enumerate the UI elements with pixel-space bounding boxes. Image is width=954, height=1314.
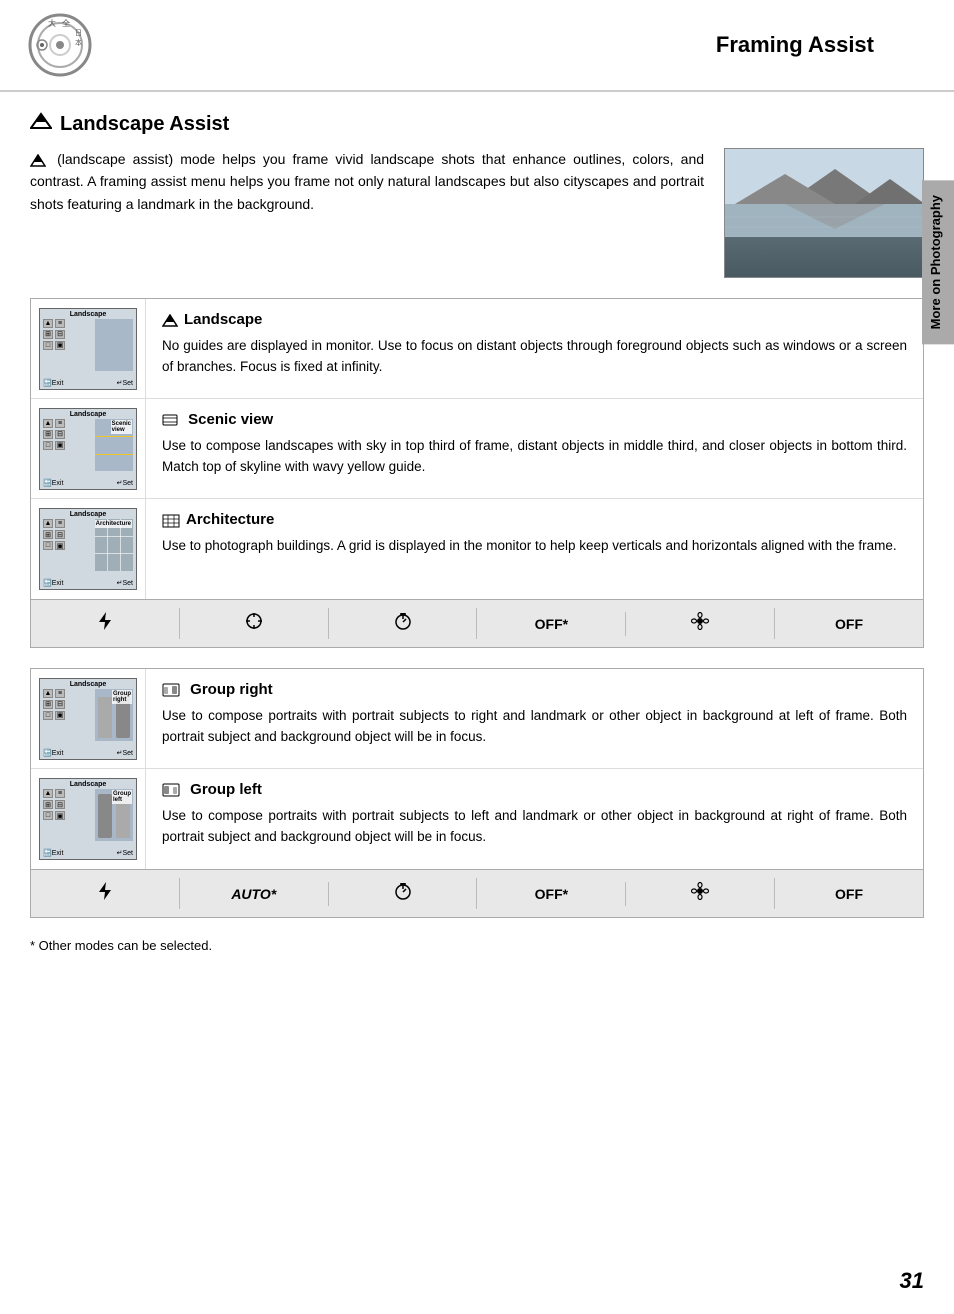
landscape-mode-row: Landscape ▲ ≡ ⊞ ⊟ □ ▣: [31, 299, 923, 399]
scenic-mode-text: Use to compose landscapes with sky in to…: [162, 436, 907, 478]
landscape-icon: [30, 112, 52, 136]
status-macro-2: [626, 878, 775, 909]
bottom-section-box: Landscape ▲ ≡ ⊞ ⊟ □ ▣: [30, 668, 924, 918]
group-left-row: Landscape ▲ ≡ ⊞ ⊟ □ ▣: [31, 769, 923, 869]
group-right-icon: [162, 681, 180, 697]
status-flash: [31, 608, 180, 639]
status-off-star-2: OFF*: [477, 882, 626, 906]
status-focus: [180, 608, 329, 639]
cam-label-group-left: Landscape: [70, 781, 107, 788]
page-header: 大 全 日 本 Framing Assist: [0, 0, 954, 92]
status-off-2: OFF: [775, 882, 923, 906]
svg-text:全: 全: [62, 18, 70, 28]
architecture-mode-desc: Architecture Use to photograph buildings…: [146, 499, 923, 599]
page-number: 31: [900, 1268, 924, 1294]
status-timer-2: [329, 878, 478, 909]
group-left-mode-title: Group left: [162, 781, 907, 798]
svg-text:日: 日: [75, 29, 82, 37]
group-left-cam-thumb: Landscape ▲ ≡ ⊞ ⊟ □ ▣: [31, 769, 146, 869]
status-off-star-1: OFF*: [477, 612, 626, 636]
page-title: Framing Assist: [716, 32, 934, 58]
section-title: Landscape Assist: [30, 112, 924, 136]
status-macro: [626, 608, 775, 639]
group-right-cam-thumb: Landscape ▲ ≡ ⊞ ⊟ □ ▣: [31, 669, 146, 768]
group-right-mode-title: Group right: [162, 681, 907, 698]
intro-text: (landscape assist) mode helps you frame …: [30, 148, 704, 215]
group-right-cam-screen: Landscape ▲ ≡ ⊞ ⊟ □ ▣: [39, 678, 137, 760]
group-right-mode-desc: Group right Use to compose portraits wit…: [146, 669, 923, 768]
landscape-cam-screen: Landscape ▲ ≡ ⊞ ⊟ □ ▣: [39, 308, 137, 390]
scenic-mode-desc: Scenic view Use to compose landscapes wi…: [146, 399, 923, 498]
status-auto-star: AUTO*: [180, 882, 329, 906]
landscape-mode-title: Landscape: [162, 311, 907, 328]
group-left-mode-desc: Group left Use to compose portraits with…: [146, 769, 923, 869]
architecture-mode-text: Use to photograph buildings. A grid is d…: [162, 536, 907, 557]
status-timer: [329, 608, 478, 639]
scenic-cam-screen: Landscape ▲ ≡ ⊞ ⊟ □ ▣: [39, 408, 137, 490]
top-status-bar: OFF* OFF: [31, 599, 923, 647]
landscape-mode-text: No guides are displayed in monitor. Use …: [162, 336, 907, 378]
cam-label-architecture: Landscape: [70, 511, 107, 518]
side-tab: More on Photography: [922, 180, 954, 344]
scenic-mode-row: Landscape ▲ ≡ ⊞ ⊟ □ ▣: [31, 399, 923, 499]
cam-label-group-right: Landscape: [70, 681, 107, 688]
intro-block: (landscape assist) mode helps you frame …: [30, 148, 924, 278]
section-title-text: Landscape Assist: [60, 113, 229, 136]
svg-text:大: 大: [48, 18, 56, 28]
logo: 大 全 日 本: [20, 10, 100, 80]
scenic-mode-title: Scenic view: [162, 411, 907, 428]
svg-text:本: 本: [75, 38, 82, 47]
landscape-cam-thumb: Landscape ▲ ≡ ⊞ ⊟ □ ▣: [31, 299, 146, 398]
group-left-cam-screen: Landscape ▲ ≡ ⊞ ⊟ □ ▣: [39, 778, 137, 860]
landscape-photo: [724, 148, 924, 278]
group-right-row: Landscape ▲ ≡ ⊞ ⊟ □ ▣: [31, 669, 923, 769]
group-left-mode-text: Use to compose portraits with portrait s…: [162, 806, 907, 848]
architecture-mode-icon: [162, 511, 180, 527]
main-content: Landscape Assist (landscape assist) mode…: [0, 92, 954, 973]
status-flash-2: [31, 878, 180, 909]
cam-label-scenic: Landscape: [70, 411, 107, 418]
group-left-icon: [162, 781, 180, 797]
cam-label-landscape: Landscape: [70, 311, 107, 318]
landscape-mode-desc: Landscape No guides are displayed in mon…: [146, 299, 923, 398]
footer-note: * Other modes can be selected.: [30, 938, 924, 953]
architecture-cam-thumb: Landscape ▲ ≡ ⊞ ⊟ □ ▣: [31, 499, 146, 599]
architecture-cam-screen: Landscape ▲ ≡ ⊞ ⊟ □ ▣: [39, 508, 137, 590]
scenic-cam-thumb: Landscape ▲ ≡ ⊞ ⊟ □ ▣: [31, 399, 146, 498]
status-off-1: OFF: [775, 612, 923, 636]
landscape-inline-icon: [30, 151, 57, 167]
architecture-mode-row: Landscape ▲ ≡ ⊞ ⊟ □ ▣: [31, 499, 923, 599]
architecture-mode-title: Architecture: [162, 511, 907, 528]
bottom-status-bar: AUTO* OFF* OFF: [31, 869, 923, 917]
landscape-mode-icon: [162, 312, 178, 328]
scenic-mode-icon: [162, 411, 178, 427]
top-section-box: Landscape ▲ ≡ ⊞ ⊟ □ ▣: [30, 298, 924, 648]
group-right-mode-text: Use to compose portraits with portrait s…: [162, 706, 907, 748]
